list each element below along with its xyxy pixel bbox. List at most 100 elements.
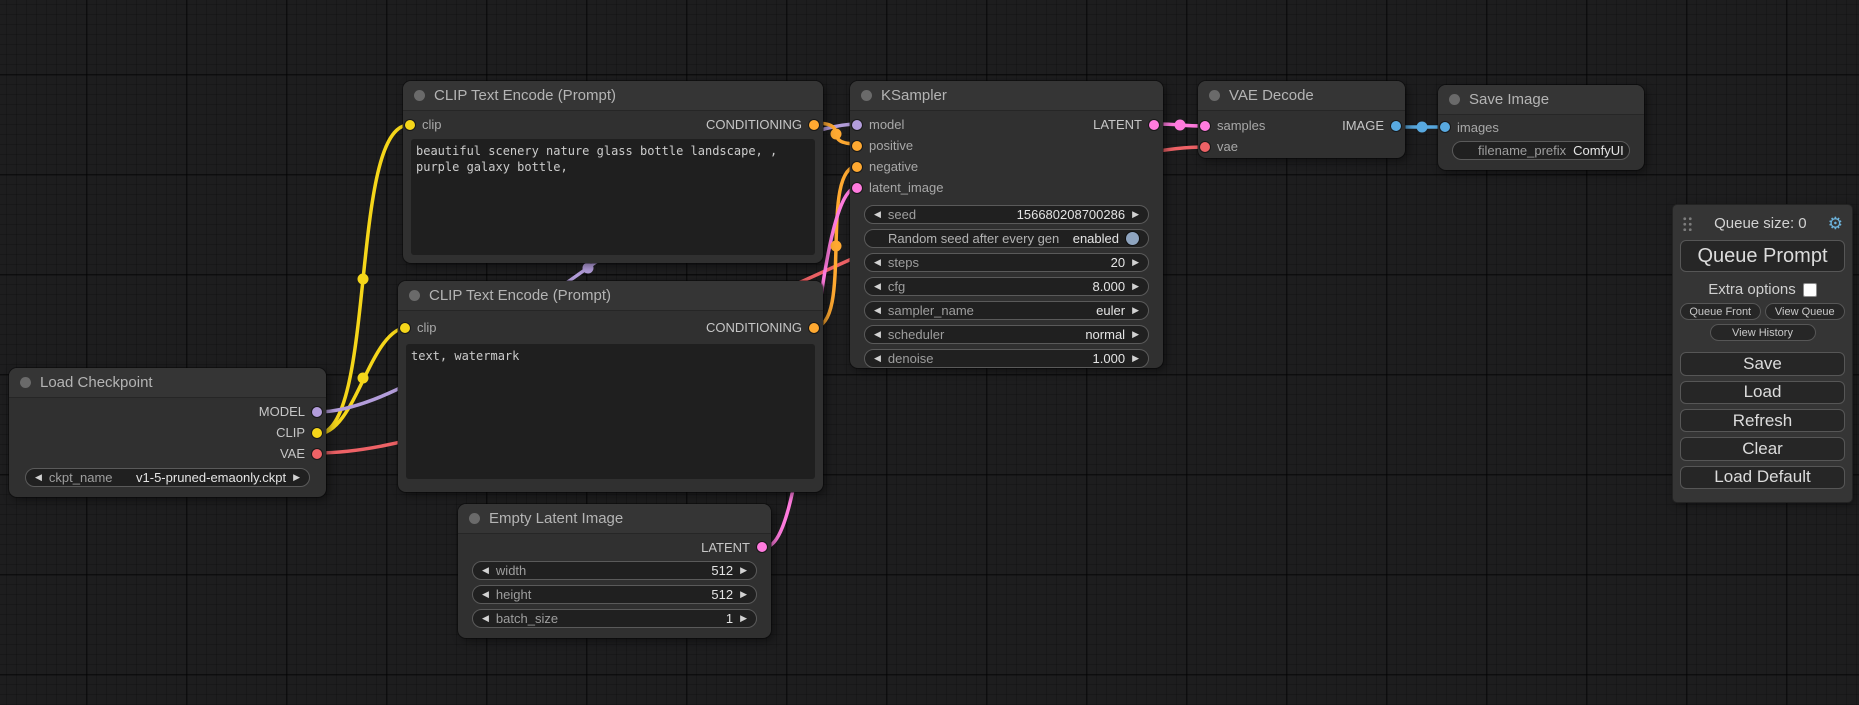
- positive-prompt-textarea[interactable]: beautiful scenery nature glass bottle la…: [411, 139, 815, 255]
- input-slot-positive[interactable]: [852, 141, 862, 151]
- input-label-clip: clip: [422, 117, 442, 132]
- collapse-dot-icon[interactable]: [1449, 94, 1460, 105]
- node-title: VAE Decode: [1229, 87, 1314, 104]
- output-slot-clip[interactable]: [312, 428, 322, 438]
- increment-icon[interactable]: ▶: [1132, 305, 1139, 316]
- clear-button[interactable]: Clear: [1680, 437, 1845, 460]
- decrement-icon[interactable]: ◀: [874, 281, 881, 292]
- node-header[interactable]: Load Checkpoint: [9, 368, 326, 398]
- node-header[interactable]: CLIP Text Encode (Prompt): [398, 281, 823, 311]
- node-clip-text-encode-negative[interactable]: CLIP Text Encode (Prompt) clip CONDITION…: [398, 281, 823, 492]
- load-button[interactable]: Load: [1680, 381, 1845, 404]
- decrement-icon[interactable]: ◀: [874, 209, 881, 220]
- width-widget[interactable]: ◀ width 512 ▶: [472, 561, 757, 580]
- cfg-widget[interactable]: ◀ cfg 8.000 ▶: [864, 277, 1149, 296]
- input-slot-latent-image[interactable]: [852, 183, 862, 193]
- view-queue-button[interactable]: View Queue: [1765, 303, 1846, 320]
- increment-icon[interactable]: ▶: [740, 589, 747, 600]
- node-header[interactable]: Save Image: [1438, 85, 1644, 115]
- increment-icon[interactable]: ▶: [293, 472, 300, 483]
- settings-gear-icon[interactable]: ⚙: [1828, 215, 1843, 232]
- input-label-clip: clip: [417, 320, 437, 335]
- queue-menu-panel: Queue size: 0 ⚙ Queue Prompt Extra optio…: [1673, 205, 1852, 502]
- decrement-icon[interactable]: ◀: [874, 353, 881, 364]
- increment-icon[interactable]: ▶: [1132, 329, 1139, 340]
- output-slot-conditioning[interactable]: [809, 323, 819, 333]
- queue-front-button[interactable]: Queue Front: [1680, 303, 1761, 320]
- node-title: CLIP Text Encode (Prompt): [429, 287, 611, 304]
- input-label-latent-image: latent_image: [869, 180, 943, 195]
- collapse-dot-icon[interactable]: [414, 90, 425, 101]
- denoise-widget[interactable]: ◀ denoise 1.000 ▶: [864, 349, 1149, 368]
- collapse-dot-icon[interactable]: [20, 377, 31, 388]
- widget-value: 1: [726, 611, 733, 626]
- input-slot-images[interactable]: [1440, 122, 1450, 132]
- filename-prefix-widget[interactable]: filename_prefix ComfyUI: [1452, 141, 1630, 160]
- node-header[interactable]: VAE Decode: [1198, 81, 1405, 111]
- decrement-icon[interactable]: ◀: [874, 305, 881, 316]
- decrement-icon[interactable]: ◀: [874, 329, 881, 340]
- increment-icon[interactable]: ▶: [1132, 281, 1139, 292]
- negative-prompt-textarea[interactable]: text, watermark: [406, 344, 815, 479]
- node-vae-decode[interactable]: VAE Decode samples IMAGE vae: [1198, 81, 1405, 158]
- increment-icon[interactable]: ▶: [1132, 353, 1139, 364]
- random-seed-widget[interactable]: Random seed after every gen enabled: [864, 229, 1149, 248]
- output-slot-latent[interactable]: [1149, 120, 1159, 130]
- drag-handle-icon[interactable]: [1682, 216, 1693, 231]
- batch-size-widget[interactable]: ◀ batch_size 1 ▶: [472, 609, 757, 628]
- node-header[interactable]: Empty Latent Image: [458, 504, 771, 534]
- node-title: Load Checkpoint: [40, 374, 153, 391]
- output-label-conditioning: CONDITIONING: [706, 320, 802, 335]
- increment-icon[interactable]: ▶: [1132, 209, 1139, 220]
- output-slot-conditioning[interactable]: [809, 120, 819, 130]
- node-empty-latent-image[interactable]: Empty Latent Image LATENT ◀ width 512 ▶ …: [458, 504, 771, 638]
- decrement-icon[interactable]: ◀: [482, 565, 489, 576]
- input-slot-samples[interactable]: [1200, 121, 1210, 131]
- node-ksampler[interactable]: KSampler model LATENT positive negative …: [850, 81, 1163, 368]
- output-slot-model[interactable]: [312, 407, 322, 417]
- output-label-conditioning: CONDITIONING: [706, 117, 802, 132]
- input-label-images: images: [1457, 120, 1499, 135]
- widget-value: v1-5-pruned-emaonly.ckpt: [136, 470, 286, 485]
- increment-icon[interactable]: ▶: [740, 565, 747, 576]
- node-header[interactable]: KSampler: [850, 81, 1163, 111]
- input-slot-clip[interactable]: [400, 323, 410, 333]
- view-history-button[interactable]: View History: [1710, 324, 1816, 341]
- decrement-icon[interactable]: ◀: [35, 472, 42, 483]
- scheduler-widget[interactable]: ◀ scheduler normal ▶: [864, 325, 1149, 344]
- node-header[interactable]: CLIP Text Encode (Prompt): [403, 81, 823, 111]
- output-slot-latent[interactable]: [757, 542, 767, 552]
- decrement-icon[interactable]: ◀: [482, 613, 489, 624]
- input-slot-clip[interactable]: [405, 120, 415, 130]
- height-widget[interactable]: ◀ height 512 ▶: [472, 585, 757, 604]
- random-seed-toggle[interactable]: [1126, 232, 1139, 245]
- increment-icon[interactable]: ▶: [740, 613, 747, 624]
- refresh-button[interactable]: Refresh: [1680, 409, 1845, 432]
- queue-prompt-button[interactable]: Queue Prompt: [1680, 240, 1845, 272]
- collapse-dot-icon[interactable]: [861, 90, 872, 101]
- widget-label: cfg: [888, 279, 905, 294]
- increment-icon[interactable]: ▶: [1132, 257, 1139, 268]
- output-slot-vae[interactable]: [312, 449, 322, 459]
- extra-options-checkbox[interactable]: [1803, 283, 1817, 297]
- decrement-icon[interactable]: ◀: [874, 257, 881, 268]
- ckpt-name-widget[interactable]: ◀ ckpt_name v1-5-pruned-emaonly.ckpt ▶: [25, 468, 310, 487]
- sampler-name-widget[interactable]: ◀ sampler_name euler ▶: [864, 301, 1149, 320]
- input-slot-negative[interactable]: [852, 162, 862, 172]
- load-default-button[interactable]: Load Default: [1680, 466, 1845, 489]
- node-clip-text-encode-positive[interactable]: CLIP Text Encode (Prompt) clip CONDITION…: [403, 81, 823, 263]
- save-button[interactable]: Save: [1680, 352, 1845, 375]
- node-save-image[interactable]: Save Image images filename_prefix ComfyU…: [1438, 85, 1644, 170]
- node-load-checkpoint[interactable]: Load Checkpoint MODEL CLIP VAE ◀ ckpt_na…: [9, 368, 326, 497]
- collapse-dot-icon[interactable]: [409, 290, 420, 301]
- collapse-dot-icon[interactable]: [1209, 90, 1220, 101]
- decrement-icon[interactable]: ◀: [482, 589, 489, 600]
- seed-widget[interactable]: ◀ seed 156680208700286 ▶: [864, 205, 1149, 224]
- widget-value: 20: [1111, 255, 1125, 270]
- steps-widget[interactable]: ◀ steps 20 ▶: [864, 253, 1149, 272]
- input-slot-vae[interactable]: [1200, 142, 1210, 152]
- collapse-dot-icon[interactable]: [469, 513, 480, 524]
- link-dot: [831, 241, 842, 252]
- output-slot-image[interactable]: [1391, 121, 1401, 131]
- input-slot-model[interactable]: [852, 120, 862, 130]
